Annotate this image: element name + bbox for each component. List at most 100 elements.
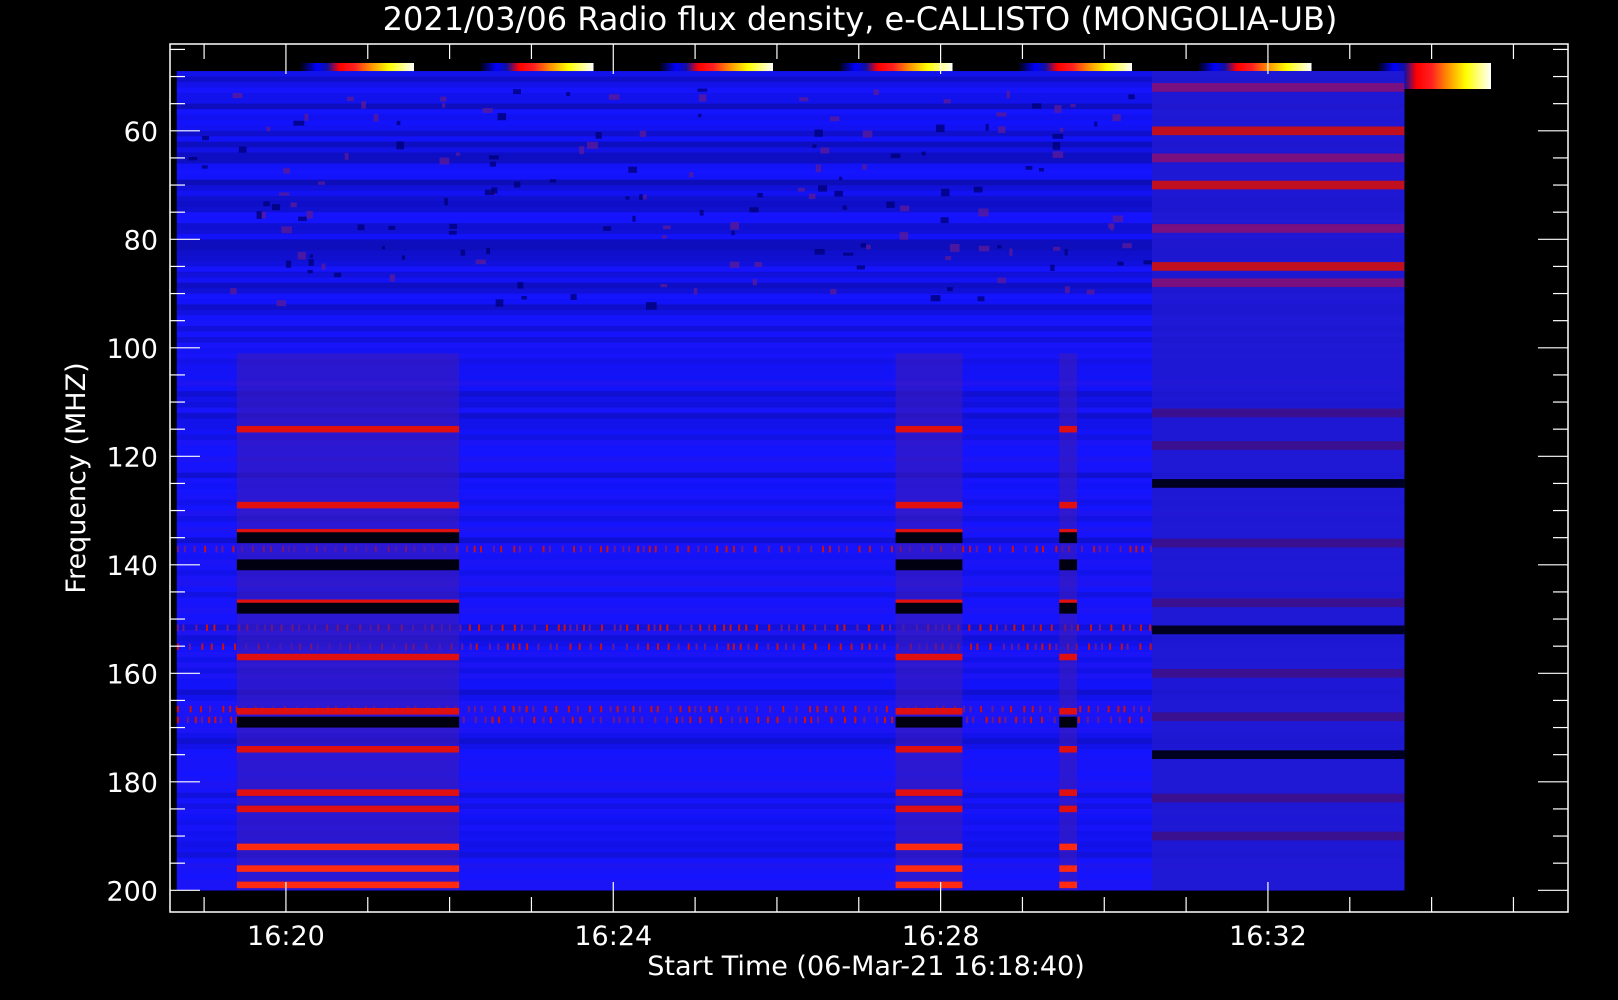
heatmap-rfi-dot [628,545,631,553]
heatmap-rfi-dot [694,705,697,713]
heatmap-rfi-dot [688,705,691,713]
heatmap-rfi-dot [497,643,500,650]
burst-lane [1059,425,1077,433]
heatmap-rfi-dot [548,545,551,553]
spectrogram-heatmap [176,71,1405,891]
chart-title: 2021/03/06 Radio flux density, e-CALLIST… [383,0,1338,38]
burst-lane [895,843,963,851]
heatmap-rfi-dot [976,643,979,650]
heatmap-speckle [318,181,325,185]
heatmap-speckle [663,225,671,230]
heatmap-speckle [308,259,314,266]
heatmap-speckle [757,192,763,198]
heatmap-rfi-dot [525,705,528,713]
x-tick-label: 16:32 [1229,921,1307,952]
heatmap-rfi-dot [1077,716,1080,724]
heatmap-rfi-dot [697,545,700,553]
heatmap-rfi-dot [473,705,476,713]
heatmap-rfi-dot [1135,545,1138,553]
heatmap-rfi-dot [1011,545,1014,553]
heatmap-rfi-dot [979,624,982,631]
heatmap-speckle [586,141,598,149]
heatmap-rfi-dot [998,716,1001,724]
heatmap-rfi-dot [1076,624,1079,631]
burst-dark-lane [1059,559,1077,571]
heatmap-rfi-dot [856,624,859,631]
heatmap-rfi-dot [1140,716,1143,724]
heatmap-rfi-dot [716,545,719,553]
heatmap-rfi-dot [788,624,791,631]
heatmap-rfi-dot [533,624,536,631]
heatmap-rfi-dot [475,643,478,650]
heatmap-rfi-dot [810,716,813,724]
heatmap-rfi-dot [588,624,591,631]
heatmap-rfi-dot [824,624,827,631]
heatmap-rfi-dot [814,643,817,650]
x-tick-label: 16:28 [902,921,980,952]
heatmap-rfi-dot [1023,705,1026,713]
heatmap-rfi-dot [468,624,471,631]
heatmap-speckle [1025,166,1033,170]
heatmap-speckle [930,295,941,302]
heatmap-speckle [441,103,446,108]
heatmap-rfi-dot [549,643,552,650]
late-lane [1152,479,1405,488]
heatmap-rfi-dot [1010,643,1013,650]
heatmap-rfi-dot [208,716,211,724]
heatmap-speckle [1052,133,1064,139]
heatmap-rfi-dot [582,624,585,631]
heatmap-rfi-dot [1031,705,1034,713]
heatmap-rfi-dot [234,643,237,650]
heatmap-rfi-dot [579,545,582,553]
heatmap-rfi-dot [183,545,186,553]
heatmap-speckle [949,243,960,252]
heatmap-rfi-dot [1024,545,1027,553]
heatmap-rfi-dot [542,716,545,724]
heatmap-speckle [754,261,763,268]
heatmap-speckle [921,151,926,156]
heatmap-speckle [997,277,1007,284]
heatmap-speckle [997,245,1002,249]
burst-dark-lane [895,716,963,728]
heatmap-speckle [1070,104,1076,108]
heatmap-rfi-dot [889,624,892,631]
heatmap-rfi-dot [612,643,615,650]
heatmap-rfi-dot [708,624,711,631]
heatmap-rfi-dot [506,643,509,650]
burst-lane [1059,501,1077,509]
heatmap-speckle [440,96,447,102]
heatmap-rfi-dot [690,624,693,631]
heatmap-rfi-dot [844,716,847,724]
heatmap-speckle [973,186,983,193]
heatmap-rfi-dot [705,545,708,553]
heatmap-rfi-dot [653,624,656,631]
heatmap-rfi-dot [1120,643,1123,650]
heatmap-speckle [749,207,759,213]
heatmap-rfi-dot [723,624,726,631]
heatmap-rfi-dot [1040,716,1043,724]
heatmap-speckle [1009,248,1013,256]
late-lane [1152,278,1405,288]
heatmap-rfi-dot [654,716,657,724]
heatmap-rfi-dot [713,624,716,631]
heatmap-speckle [862,130,873,138]
heatmap-rfi-dot [462,716,465,724]
heatmap-speckle [230,288,237,295]
heatmap-speckle [936,124,945,133]
heatmap-speckle [1052,141,1061,150]
heatmap-rfi-dot [576,624,579,631]
heatmap-rfi-dot [1048,643,1051,650]
heatmap-speckle [382,246,386,250]
heatmap-speckle [307,269,313,274]
heatmap-speckle [797,187,805,192]
heatmap-speckle [698,113,702,118]
heatmap-speckle [815,164,822,173]
heatmap-speckle [449,223,458,230]
heatmap-rfi-dot [858,545,861,553]
heatmap-speckle [304,113,309,121]
heatmap-rfi-dot [737,705,740,713]
burst-lane [895,653,963,661]
heatmap-speckle [188,156,198,161]
heatmap-rfi-dot [229,705,232,713]
heatmap-rfi-dot [874,705,877,713]
